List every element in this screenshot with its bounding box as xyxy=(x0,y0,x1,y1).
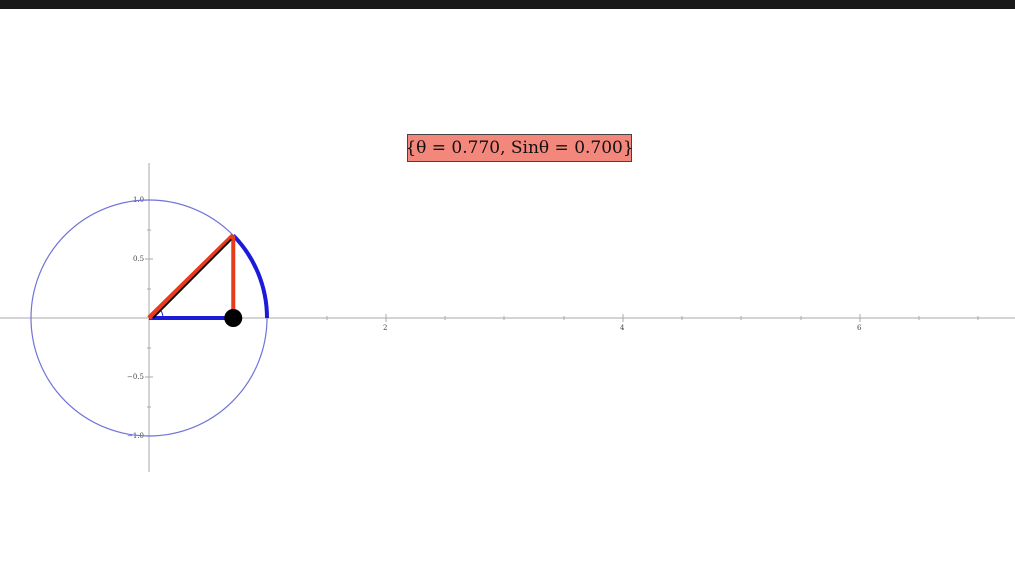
x-tick-label-6: 6 xyxy=(857,324,862,332)
theta-arc xyxy=(231,234,269,319)
x-tick-label-4: 4 xyxy=(620,324,625,332)
x-tick-label-2: 2 xyxy=(383,324,387,332)
hypotenuse-outer xyxy=(147,233,236,320)
unit-circle-plot: 2 4 6 1.0 0.5 −0.5 −1.0 xyxy=(0,163,1015,472)
y-tick-label-0-5: 0.5 xyxy=(133,255,144,263)
hypotenuse-inner xyxy=(152,238,232,319)
y-tick-label-minus-0-5: −0.5 xyxy=(127,373,144,381)
foot-point xyxy=(224,309,243,327)
theta-sin-value-label: {θ = 0.770, Sinθ = 0.700} xyxy=(405,134,634,162)
